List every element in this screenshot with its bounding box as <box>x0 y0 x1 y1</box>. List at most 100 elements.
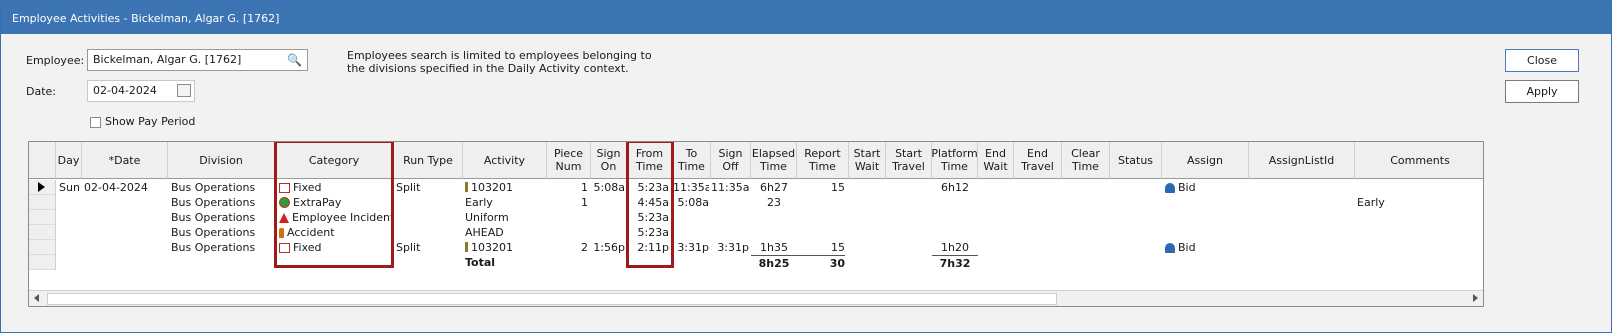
row-selector[interactable] <box>29 195 56 210</box>
close-button[interactable]: Close <box>1505 49 1579 72</box>
row-selector[interactable] <box>29 210 56 225</box>
col-end-wait-line2: Wait <box>983 160 1008 173</box>
cell-to-time[interactable]: 5:08a <box>673 195 709 210</box>
col-division[interactable]: Division <box>168 142 275 179</box>
col-elapsed-line2: Time <box>760 160 787 173</box>
cell-day[interactable]: Sun <box>59 180 83 195</box>
cell-report[interactable]: 15 <box>797 180 845 195</box>
cell-division[interactable]: Bus Operations <box>171 210 275 225</box>
cell-to-time[interactable]: 3:31p <box>673 240 709 255</box>
row-selector[interactable] <box>29 225 56 240</box>
cell-to-time[interactable]: 11:35a <box>673 180 709 195</box>
cell-category-text: Fixed <box>293 181 322 194</box>
cell-from-time[interactable]: 5:23a <box>627 180 669 195</box>
cell-category[interactable]: Accident <box>279 225 394 240</box>
row-selector[interactable] <box>29 180 56 195</box>
binoculars-icon[interactable]: 🔍 <box>287 50 302 70</box>
date-field[interactable]: 02-04-2024 <box>87 80 195 102</box>
col-elapsed-time[interactable]: Elapsed Time <box>751 142 797 179</box>
col-to-time[interactable]: To Time <box>673 142 711 179</box>
cell-category[interactable]: Fixed <box>279 240 394 255</box>
cell-run-type[interactable]: Split <box>396 240 463 255</box>
cell-sign-on[interactable]: 1:56p <box>591 240 625 255</box>
cell-division[interactable]: Bus Operations <box>171 225 275 240</box>
cell-comments[interactable] <box>1357 180 1483 195</box>
cell-from-time[interactable]: 4:45a <box>627 195 669 210</box>
col-from-time[interactable]: From Time <box>627 142 673 179</box>
employee-activities-window: Employee Activities - Bickelman, Algar G… <box>0 0 1612 333</box>
cell-report[interactable]: 15 <box>797 240 845 255</box>
col-status[interactable]: Status <box>1110 142 1162 179</box>
col-run-type[interactable]: Run Type <box>394 142 463 179</box>
col-start-wait[interactable]: Start Wait <box>849 142 886 179</box>
col-sign-on[interactable]: Sign On <box>591 142 627 179</box>
col-report-line2: Time <box>809 160 836 173</box>
cell-sign-off[interactable]: 3:31p <box>711 240 749 255</box>
col-activity[interactable]: Activity <box>463 142 547 179</box>
col-to-time-line2: Time <box>678 160 705 173</box>
cell-category-text: Fixed <box>293 241 322 254</box>
col-category[interactable]: Category <box>275 142 394 179</box>
cell-category[interactable]: Fixed <box>279 180 394 195</box>
row-selector[interactable] <box>29 240 56 255</box>
col-from-time-line1: From <box>635 147 664 160</box>
cell-platform[interactable]: 6h12 <box>932 180 978 195</box>
cell-run-type[interactable]: Split <box>396 180 463 195</box>
calendar-dropdown-icon[interactable] <box>177 84 191 97</box>
cell-activity[interactable]: Uniform <box>465 210 547 225</box>
cell-piece[interactable]: 2 <box>547 240 588 255</box>
employee-field[interactable]: Bickelman, Algar G. [1762] 🔍 <box>87 49 308 71</box>
apply-button[interactable]: Apply <box>1505 80 1579 103</box>
col-clear-time[interactable]: Clear Time <box>1062 142 1110 179</box>
cell-activity[interactable]: Early <box>465 195 547 210</box>
cell-platform[interactable]: 1h20 <box>932 240 978 255</box>
cell-sign-off[interactable]: 11:35a <box>711 180 749 195</box>
col-report-time[interactable]: Report Time <box>797 142 849 179</box>
col-comments[interactable]: Comments <box>1355 142 1483 179</box>
col-report-line1: Report <box>804 147 841 160</box>
col-end-wait[interactable]: End Wait <box>978 142 1014 179</box>
bus-schedule-icon <box>279 243 290 253</box>
col-assign[interactable]: Assign <box>1162 142 1249 179</box>
cell-division[interactable]: Bus Operations <box>171 180 275 195</box>
col-date[interactable]: *Date <box>82 142 168 179</box>
col-start-wait-line2: Wait <box>854 160 880 173</box>
cell-from-time[interactable]: 2:11p <box>627 240 669 255</box>
col-start-travel[interactable]: Start Travel <box>886 142 932 179</box>
col-day[interactable]: Day <box>56 142 82 179</box>
cell-assign-text: Bid <box>1178 181 1196 194</box>
cell-piece[interactable]: 1 <box>547 195 588 210</box>
total-report: 30 <box>797 255 845 270</box>
cell-activity[interactable]: 103201 <box>465 180 547 195</box>
col-assign-list-id[interactable]: AssignListId <box>1249 142 1355 179</box>
cell-division[interactable]: Bus Operations <box>171 240 275 255</box>
cell-category[interactable]: Employee Incident <box>279 210 394 225</box>
activity-marker-icon <box>465 182 468 192</box>
cell-comments[interactable]: Early <box>1357 195 1483 210</box>
cell-from-time[interactable]: 5:23a <box>627 210 669 225</box>
col-piece-num[interactable]: Piece Num <box>547 142 591 179</box>
col-clear-line1: Clear <box>1071 147 1100 160</box>
cell-activity[interactable]: 103201 <box>465 240 547 255</box>
cell-sign-on[interactable]: 5:08a <box>591 180 625 195</box>
cell-activity[interactable]: AHEAD <box>465 225 547 240</box>
scroll-left-icon[interactable] <box>34 294 39 302</box>
cell-date[interactable]: 02-04-2024 <box>84 180 168 195</box>
cell-elapsed[interactable]: 23 <box>751 195 797 210</box>
cell-division[interactable]: Bus Operations <box>171 195 275 210</box>
col-sign-off[interactable]: Sign Off <box>711 142 751 179</box>
cell-assign[interactable]: Bid <box>1165 180 1249 195</box>
cell-elapsed[interactable]: 6h27 <box>751 180 797 195</box>
show-pay-period-checkbox[interactable] <box>90 117 101 128</box>
cell-from-time[interactable]: 5:23a <box>627 225 669 240</box>
scroll-right-icon[interactable] <box>1473 294 1478 302</box>
cell-elapsed[interactable]: 1h35 <box>751 240 797 255</box>
cell-category[interactable]: ExtraPay <box>279 195 394 210</box>
col-end-travel[interactable]: End Travel <box>1014 142 1062 179</box>
cell-assign[interactable]: Bid <box>1165 240 1249 255</box>
row-selector[interactable] <box>29 255 56 270</box>
cell-piece[interactable]: 1 <box>547 180 588 195</box>
col-platform-time[interactable]: Platform Time <box>931 142 978 179</box>
horizontal-scrollbar[interactable] <box>29 290 1483 306</box>
scrollbar-thumb[interactable] <box>47 293 1057 305</box>
